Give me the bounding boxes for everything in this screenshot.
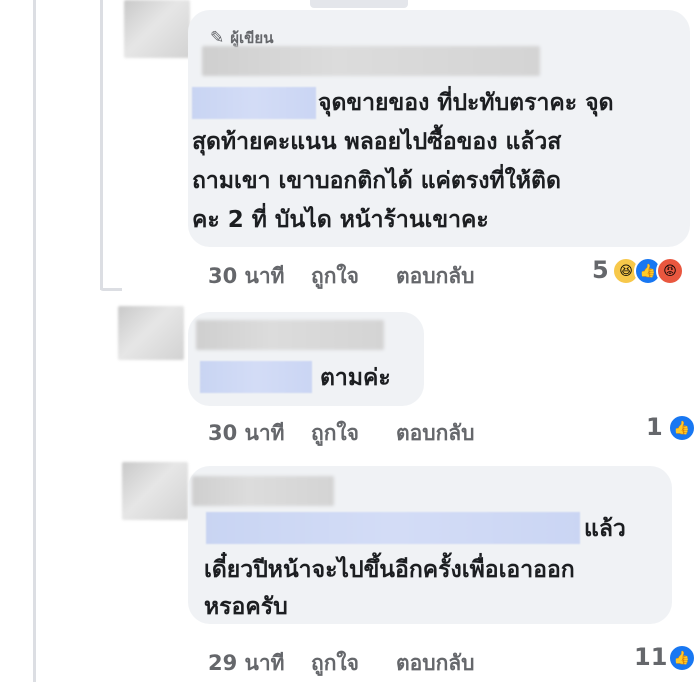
comment-bubble: แล้ว เดี๋ยวปีหน้าจะไปขึ้นอีกครั้งเพื่อเอ… [188,466,672,624]
comment-text-line: แล้ว [584,516,626,542]
comment-text-line: เดี๋ยวปีหน้าจะไปขึ้นอีกครั้งเพื่อเอาออก [204,557,575,583]
reply-button[interactable]: ตอบกลับ [396,417,475,450]
avatar[interactable] [124,0,190,58]
reaction-count[interactable]: 1 [646,413,663,441]
comment-timestamp[interactable]: 30 นาที [208,260,285,293]
comment-text-line: คะ 2 ที่ บันได หน้าร้านเขาคะ [192,207,489,233]
like-icon: 👍 [668,414,696,442]
angry-icon: 😡 [656,257,684,285]
reaction-count[interactable]: 11 [634,643,667,671]
thread-line-inner [100,0,103,290]
reaction-count[interactable]: 5 [592,256,609,284]
pen-icon: ✎ [210,28,225,48]
tagged-user-mention[interactable] [206,512,580,544]
reply-button[interactable]: ตอบกลับ [396,647,475,680]
avatar[interactable] [118,306,184,360]
tagged-user-mention[interactable] [192,87,316,119]
comment-bubble: ตามค่ะ [188,312,424,406]
like-icon: 👍 [668,644,696,672]
top-scroll-indicator [310,0,408,8]
thread-line-outer [33,0,36,682]
avatar[interactable] [122,462,188,520]
commenter-name[interactable] [202,46,540,76]
like-button[interactable]: ถูกใจ [311,417,359,450]
comment-timestamp[interactable]: 30 นาที [208,417,285,450]
comment-text-line: หรอครับ [204,594,288,620]
tagged-user-mention[interactable] [200,361,312,393]
comment-text-line: สุดท้ายคะแนน พลอยไปซื้อของ แล้วส [192,129,562,155]
commenter-name[interactable] [192,476,334,506]
comment-text-line: ตามค่ะ [320,365,391,391]
reply-button[interactable]: ตอบกลับ [396,260,475,293]
like-button[interactable]: ถูกใจ [311,647,359,680]
thread-connector [100,288,122,291]
comment-bubble: ✎ ผู้เขียน จุดขายของ ที่ปะทับตราคะ จุด ส… [188,10,690,247]
comment-text-line: ถามเขา เขาบอกติกได้ แค่ตรงที่ให้ติด [192,168,561,194]
reaction-summary[interactable]: 😆 👍 😡 [612,257,684,285]
comment-timestamp[interactable]: 29 นาที [208,647,285,680]
comment-text-line: จุดขายของ ที่ปะทับตราคะ จุด [318,90,614,116]
commenter-name[interactable] [196,320,384,350]
reaction-summary[interactable]: 👍 [668,414,696,442]
like-button[interactable]: ถูกใจ [311,260,359,293]
reaction-summary[interactable]: 👍 [668,644,696,672]
